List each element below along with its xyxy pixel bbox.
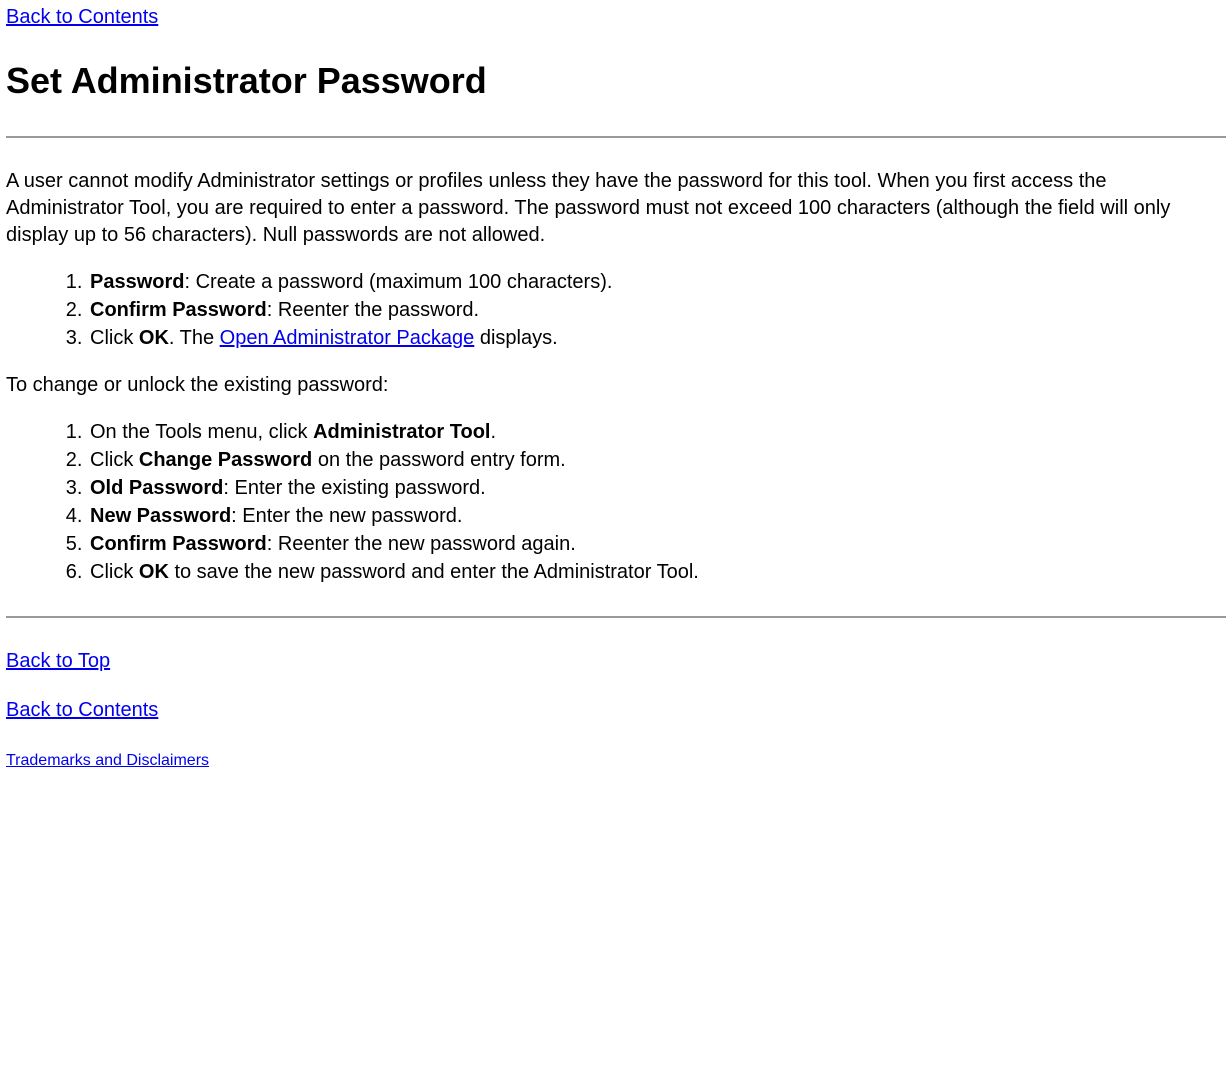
label-old-password: Old Password	[90, 477, 223, 499]
text: : Create a password (maximum 100 charact…	[184, 271, 612, 293]
text: : Reenter the password.	[267, 299, 479, 321]
label-ok: OK	[139, 327, 169, 349]
back-to-contents-link-top[interactable]: Back to Contents	[6, 6, 158, 28]
text: . The	[169, 327, 220, 349]
trademarks-disclaimers-link[interactable]: Trademarks and Disclaimers	[6, 752, 209, 769]
page-title: Set Administrator Password	[6, 57, 1226, 106]
back-to-contents-link-bottom[interactable]: Back to Contents	[6, 699, 158, 721]
text: : Enter the existing password.	[223, 477, 485, 499]
list-item: New Password: Enter the new password.	[88, 503, 1226, 530]
text: Click	[90, 561, 139, 583]
list-item: Click OK to save the new password and en…	[88, 559, 1226, 586]
label-new-password: New Password	[90, 505, 231, 527]
list-item: Confirm Password: Reenter the password.	[88, 297, 1226, 324]
text: to save the new password and enter the A…	[169, 561, 699, 583]
label-change-password: Change Password	[139, 449, 312, 471]
label-ok: OK	[139, 561, 169, 583]
text: .	[490, 421, 496, 443]
list-item: Confirm Password: Reenter the new passwo…	[88, 531, 1226, 558]
text: Click	[90, 449, 139, 471]
label-password: Password	[90, 271, 184, 293]
divider-bottom	[6, 616, 1226, 618]
subhead-change-password: To change or unlock the existing passwor…	[6, 372, 1226, 399]
back-to-top-link[interactable]: Back to Top	[6, 650, 110, 672]
steps-list-change: On the Tools menu, click Administrator T…	[6, 419, 1226, 586]
list-item: Click OK. The Open Administrator Package…	[88, 325, 1226, 352]
intro-paragraph: A user cannot modify Administrator setti…	[6, 168, 1226, 249]
text: Click	[90, 327, 139, 349]
list-item: On the Tools menu, click Administrator T…	[88, 419, 1226, 446]
text: displays.	[474, 327, 557, 349]
list-item: Click Change Password on the password en…	[88, 447, 1226, 474]
text: : Enter the new password.	[231, 505, 462, 527]
text: On the Tools menu, click	[90, 421, 313, 443]
steps-list-create: Password: Create a password (maximum 100…	[6, 269, 1226, 352]
label-administrator-tool: Administrator Tool	[313, 421, 490, 443]
label-confirm-password: Confirm Password	[90, 533, 267, 555]
text: : Reenter the new password again.	[267, 533, 576, 555]
label-confirm-password: Confirm Password	[90, 299, 267, 321]
list-item: Password: Create a password (maximum 100…	[88, 269, 1226, 296]
divider-top	[6, 136, 1226, 138]
open-administrator-package-link[interactable]: Open Administrator Package	[220, 327, 475, 349]
list-item: Old Password: Enter the existing passwor…	[88, 475, 1226, 502]
text: on the password entry form.	[312, 449, 565, 471]
